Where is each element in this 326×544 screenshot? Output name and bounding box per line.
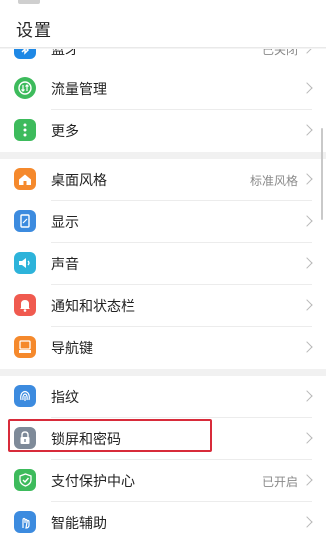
settings-row-more[interactable]: 更多 bbox=[0, 110, 326, 152]
settings-row-value: 已开启 bbox=[261, 475, 298, 489]
chevron-right-icon bbox=[301, 215, 313, 227]
scrollbar[interactable] bbox=[321, 128, 323, 220]
status-bar bbox=[0, 0, 326, 8]
settings-row-label: 桌面风格 bbox=[51, 173, 107, 189]
settings-row-label: 指纹 bbox=[51, 390, 79, 406]
settings-row-label: 导航键 bbox=[51, 341, 93, 357]
navigation-icon bbox=[14, 336, 36, 358]
chevron-right-icon bbox=[301, 341, 313, 353]
hand-icon bbox=[14, 511, 36, 533]
chevron-right-icon bbox=[301, 173, 313, 185]
chevron-right-icon bbox=[301, 257, 313, 269]
chevron-right-icon bbox=[301, 124, 313, 136]
settings-row-display[interactable]: 显示 bbox=[0, 201, 326, 243]
chevron-right-icon bbox=[301, 474, 313, 486]
app-header-cover: 设置 bbox=[0, 8, 326, 48]
settings-row-label: 显示 bbox=[51, 215, 79, 231]
settings-row-label: 流量管理 bbox=[51, 82, 107, 98]
bell-icon bbox=[14, 294, 36, 316]
display-icon bbox=[14, 210, 36, 232]
settings-row-label: 声音 bbox=[51, 257, 79, 273]
chevron-right-icon bbox=[301, 299, 313, 311]
traffic-icon bbox=[14, 77, 36, 99]
settings-row-label: 更多 bbox=[51, 124, 79, 140]
settings-row-fingerprint[interactable]: 指纹 bbox=[0, 376, 326, 418]
status-bar-fragment bbox=[18, 0, 40, 4]
home-icon bbox=[14, 168, 36, 190]
highlight-box bbox=[8, 419, 212, 452]
chevron-right-icon bbox=[301, 516, 313, 528]
chevron-right-icon bbox=[301, 432, 313, 444]
settings-row-traffic[interactable]: 流量管理 bbox=[0, 68, 326, 110]
chevron-right-icon bbox=[301, 82, 313, 94]
settings-row-sound[interactable]: 声音 bbox=[0, 243, 326, 285]
header-shadow bbox=[0, 47, 326, 49]
more-dots-icon bbox=[14, 119, 36, 141]
settings-row-label: 通知和状态栏 bbox=[51, 299, 135, 315]
settings-row-label: 智能辅助 bbox=[51, 516, 107, 532]
settings-row-navigation[interactable]: 导航键 bbox=[0, 327, 326, 369]
chevron-right-icon bbox=[301, 390, 313, 402]
settings-row-smart-assist[interactable]: 智能辅助 bbox=[0, 502, 326, 544]
settings-row-value: 标准风格 bbox=[249, 174, 298, 188]
page-title: 设置 bbox=[16, 21, 52, 41]
fingerprint-icon bbox=[14, 385, 36, 407]
settings-row-label: 支付保护中心 bbox=[51, 474, 135, 490]
shield-check-icon bbox=[14, 469, 36, 491]
settings-row-payment-protection[interactable]: 支付保护中心 已开启 bbox=[0, 460, 326, 502]
speaker-icon bbox=[14, 252, 36, 274]
settings-row-notifications[interactable]: 通知和状态栏 bbox=[0, 285, 326, 327]
settings-row-desktop-style[interactable]: 桌面风格 标准风格 bbox=[0, 159, 326, 201]
